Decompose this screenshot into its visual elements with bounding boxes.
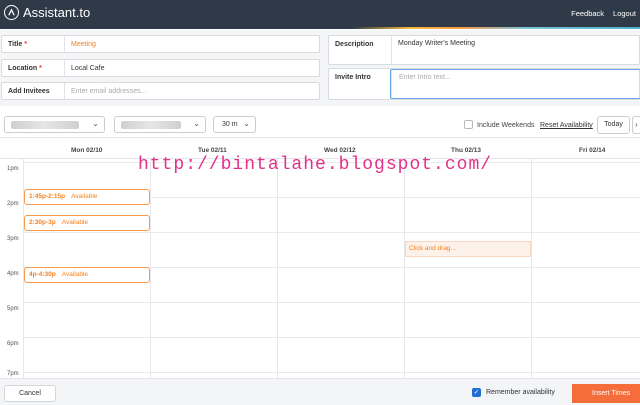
day-header: Tue 02/11 — [198, 147, 227, 154]
day-header: Mon 02/10 — [71, 147, 103, 154]
intro-field[interactable]: Invite Intro Enter Intro text... — [328, 68, 640, 100]
remember-label: Remember availability — [486, 389, 555, 396]
description-input[interactable]: Monday Writer's Meeting — [398, 40, 475, 47]
brand[interactable]: Assistant.to — [4, 5, 90, 20]
location-field[interactable]: Location * Local Cafe — [1, 59, 320, 77]
top-links: Feedback Logout — [571, 9, 636, 18]
drag-hint[interactable]: Click and drag... — [405, 241, 531, 257]
day-header: Wed 02/12 — [324, 147, 356, 154]
invitees-field[interactable]: Add Invitees Enter email addresses... — [1, 82, 320, 100]
day-header: Thu 02/13 — [451, 147, 481, 154]
day-header: Fri 02/14 — [579, 147, 606, 154]
color-stripe — [0, 27, 640, 29]
description-field[interactable]: Description Monday Writer's Meeting — [328, 35, 640, 65]
logout-link[interactable]: Logout — [613, 9, 636, 18]
hour-label: 3pm — [7, 236, 19, 242]
hour-label: 5pm — [7, 306, 19, 312]
title-field[interactable]: Title * Meeting — [1, 35, 320, 53]
app-name: Assistant.to — [23, 5, 91, 20]
assistant-logo-icon — [4, 5, 19, 20]
hour-label: 4pm — [7, 271, 19, 277]
intro-textarea[interactable]: Enter Intro text... — [390, 69, 640, 99]
invitees-input[interactable]: Enter email addresses... — [71, 88, 146, 95]
description-label: Description — [335, 41, 374, 48]
availability-slot[interactable]: 2:30p-3p Available — [24, 215, 150, 231]
calendar-select[interactable]: ⌄ — [4, 116, 105, 133]
chevron-right-icon[interactable]: › — [632, 116, 640, 134]
chevron-down-icon: ⌄ — [92, 119, 99, 128]
footer-bar: Cancel ✓ Remember availability Insert Ti… — [0, 378, 640, 405]
timezone-select[interactable]: ⌄ — [114, 116, 206, 133]
location-label: Location * — [8, 65, 42, 72]
hour-label: 1pm — [7, 166, 19, 172]
chevron-down-icon: ⌄ — [243, 119, 250, 128]
location-input[interactable]: Local Cafe — [71, 65, 104, 72]
intro-label: Invite Intro — [335, 74, 371, 81]
check-icon: ✓ — [473, 389, 480, 396]
title-input[interactable]: Meeting — [71, 41, 96, 48]
hour-label: 6pm — [7, 341, 19, 347]
duration-select[interactable]: 30 m ⌄ — [213, 116, 256, 133]
feedback-link[interactable]: Feedback — [571, 9, 604, 18]
cancel-button[interactable]: Cancel — [4, 385, 56, 402]
include-weekends-label: Include Weekends — [477, 122, 535, 129]
watermark: http://bintalahe.blogspot.com/ — [138, 155, 493, 175]
availability-slot[interactable]: 4p-4:30p Available — [24, 267, 150, 283]
insert-times-button[interactable]: Insert Times — [572, 384, 640, 403]
include-weekends-checkbox[interactable] — [464, 120, 473, 129]
hour-label: 2pm — [7, 201, 19, 207]
remember-checkbox[interactable]: ✓ — [472, 388, 481, 397]
reset-availability-link[interactable]: Reset Availability — [540, 122, 593, 129]
title-label: Title * — [8, 41, 27, 48]
meeting-form: Title * Meeting Location * Local Cafe Ad… — [0, 30, 640, 106]
invitees-label: Add Invitees — [8, 88, 50, 95]
top-bar: Assistant.to Feedback Logout — [0, 0, 640, 27]
availability-slot[interactable]: 1:45p-2:15p Available — [24, 189, 150, 205]
chevron-down-icon: ⌄ — [193, 119, 200, 128]
hour-label: 7pm — [7, 371, 19, 377]
today-button[interactable]: Today — [597, 116, 630, 134]
